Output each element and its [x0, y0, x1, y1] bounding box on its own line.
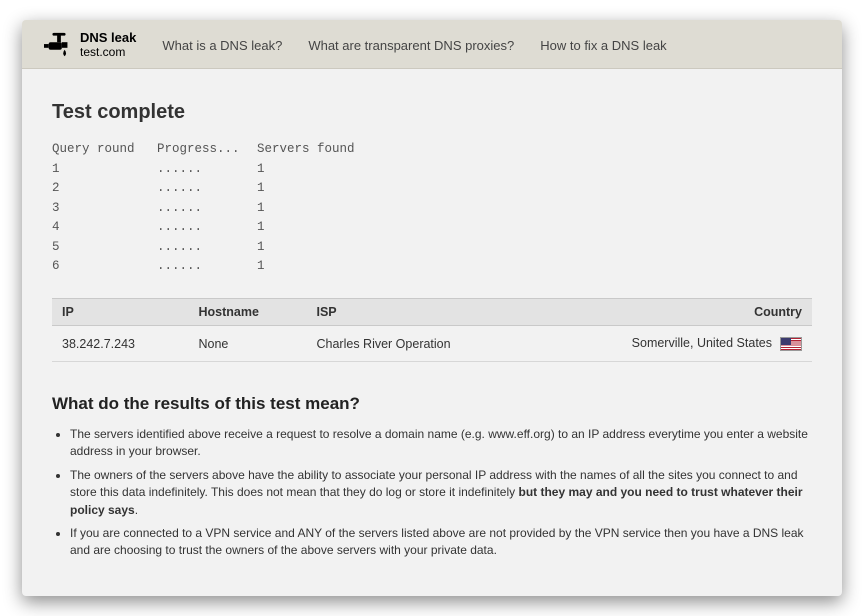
- list-item: If you are connected to a VPN service an…: [70, 525, 812, 560]
- round-progress: ......: [157, 238, 257, 257]
- country-text: Somerville, United States: [632, 336, 772, 350]
- top-nav: DNS leak test.com What is a DNS leak? Wh…: [22, 20, 842, 69]
- th-ip: IP: [52, 299, 188, 326]
- nav-what-is-dns-leak[interactable]: What is a DNS leak?: [162, 38, 282, 53]
- logo-text: DNS leak test.com: [80, 31, 136, 58]
- progress-header: Query round Progress... Servers found: [52, 142, 812, 156]
- round-number: 5: [52, 238, 157, 257]
- flag-icon: [780, 337, 802, 351]
- progress-row: 3......1: [52, 199, 812, 218]
- progress-row: 2......1: [52, 179, 812, 198]
- page-content: Test complete Query round Progress... Se…: [22, 69, 842, 596]
- progress-block: Query round Progress... Servers found 1.…: [52, 142, 812, 276]
- round-number: 3: [52, 199, 157, 218]
- table-row: 38.242.7.243NoneCharles River Operation S…: [52, 326, 812, 362]
- progress-row: 4......1: [52, 218, 812, 237]
- site-logo[interactable]: DNS leak test.com: [44, 28, 136, 62]
- faucet-icon: [44, 28, 74, 62]
- explain-list: The servers identified above receive a r…: [70, 426, 812, 560]
- round-progress: ......: [157, 199, 257, 218]
- list-item: The owners of the servers above have the…: [70, 467, 812, 519]
- round-number: 4: [52, 218, 157, 237]
- round-servers-found: 1: [257, 179, 265, 198]
- cell-isp: Charles River Operation: [307, 326, 533, 362]
- progress-row: 5......1: [52, 238, 812, 257]
- explain-text: If you are connected to a VPN service an…: [70, 526, 804, 557]
- explain-text: The servers identified above receive a r…: [70, 427, 808, 458]
- list-item: The servers identified above receive a r…: [70, 426, 812, 461]
- round-progress: ......: [157, 179, 257, 198]
- explain-heading: What do the results of this test mean?: [52, 394, 812, 414]
- test-complete-heading: Test complete: [52, 101, 812, 124]
- round-number: 2: [52, 179, 157, 198]
- round-progress: ......: [157, 218, 257, 237]
- progress-row: 6......1: [52, 257, 812, 276]
- round-servers-found: 1: [257, 257, 265, 276]
- round-servers-found: 1: [257, 218, 265, 237]
- cell-country: Somerville, United States: [533, 326, 812, 362]
- explain-text: .: [135, 503, 138, 517]
- round-number: 6: [52, 257, 157, 276]
- page-card: DNS leak test.com What is a DNS leak? Wh…: [22, 20, 842, 596]
- results-header-row: IP Hostname ISP Country: [52, 299, 812, 326]
- nav-how-to-fix[interactable]: How to fix a DNS leak: [540, 38, 666, 53]
- progress-row: 1......1: [52, 160, 812, 179]
- cell-hostname: None: [188, 326, 306, 362]
- round-number: 1: [52, 160, 157, 179]
- th-country: Country: [533, 299, 812, 326]
- cell-ip: 38.242.7.243: [52, 326, 188, 362]
- results-table: IP Hostname ISP Country 38.242.7.243None…: [52, 298, 812, 362]
- logo-line2: test.com: [80, 46, 136, 59]
- nav-transparent-proxies[interactable]: What are transparent DNS proxies?: [308, 38, 514, 53]
- logo-line1: DNS leak: [80, 31, 136, 45]
- round-progress: ......: [157, 257, 257, 276]
- round-servers-found: 1: [257, 199, 265, 218]
- col-header-progress: Progress...: [157, 142, 257, 156]
- col-header-found: Servers found: [257, 142, 355, 156]
- col-header-round: Query round: [52, 142, 157, 156]
- round-progress: ......: [157, 160, 257, 179]
- th-hostname: Hostname: [188, 299, 306, 326]
- round-servers-found: 1: [257, 160, 265, 179]
- round-servers-found: 1: [257, 238, 265, 257]
- th-isp: ISP: [307, 299, 533, 326]
